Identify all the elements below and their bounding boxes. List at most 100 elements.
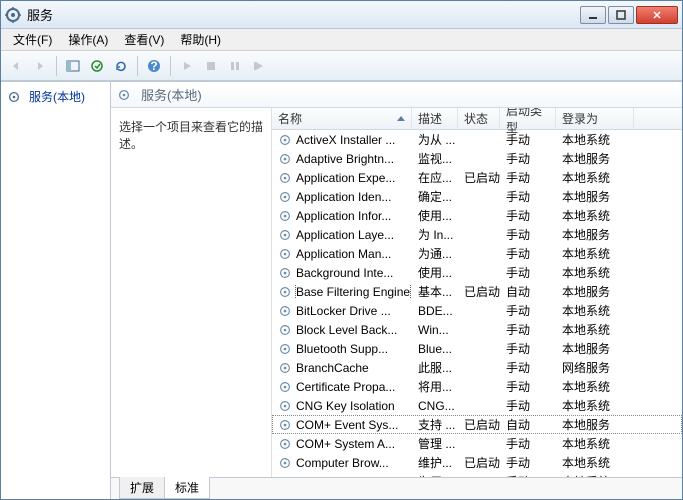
cell-name: Application Iden... [272, 190, 412, 204]
cell-startup: 手动 [500, 321, 556, 338]
table-row[interactable]: CNG Key IsolationCNG...手动本地系统 [272, 396, 682, 415]
window-title: 服务 [27, 5, 580, 24]
column-logon[interactable]: 登录为 [556, 108, 634, 129]
menu-view[interactable]: 查看(V) [116, 29, 172, 50]
table-row[interactable]: ActiveX Installer ...为从 ...手动本地系统 [272, 130, 682, 149]
menu-help[interactable]: 帮助(H) [172, 29, 229, 50]
table-row[interactable]: Application Laye...为 In...手动本地服务 [272, 225, 682, 244]
description-prompt: 选择一个项目来查看它的描述。 [119, 120, 263, 151]
cell-desc: 为 In... [412, 226, 458, 243]
app-icon [5, 7, 21, 23]
cell-startup: 手动 [500, 378, 556, 395]
cell-desc: 将用... [412, 378, 458, 395]
service-icon [278, 342, 292, 356]
table-row[interactable]: COM+ Event Sys...支持 ...已启动自动本地服务 [272, 415, 682, 434]
service-icon [278, 247, 292, 261]
cell-status: 已启动 [458, 416, 500, 433]
menu-file[interactable]: 文件(F) [5, 29, 60, 50]
cell-name: Background Inte... [272, 266, 412, 280]
minimize-button[interactable] [580, 6, 606, 24]
table-row[interactable]: Application Infor...使用...手动本地系统 [272, 206, 682, 225]
table-row[interactable]: Computer Brow...维护...已启动手动本地系统 [272, 453, 682, 472]
cell-startup: 手动 [500, 435, 556, 452]
cell-name: BranchCache [272, 361, 412, 375]
column-startup[interactable]: 启动类型 [500, 108, 556, 129]
cell-desc: 为从 ... [412, 131, 458, 148]
table-row[interactable]: COM+ System A...管理 ...手动本地系统 [272, 434, 682, 453]
separator [170, 56, 171, 76]
cell-desc: 支持 ... [412, 416, 458, 433]
table-row[interactable]: BitLocker Drive ...BDE...手动本地系统 [272, 301, 682, 320]
cell-logon: 本地系统 [556, 131, 634, 148]
table-row[interactable]: BranchCache此服...手动网络服务 [272, 358, 682, 377]
main-area: 服务(本地) 服务(本地) 选择一个项目来查看它的描述。 名称 描述 状态 启动… [1, 81, 682, 499]
view-tabs: 扩展 标准 [111, 477, 682, 499]
cell-desc: 监视... [412, 150, 458, 167]
service-icon [278, 361, 292, 375]
cell-startup: 手动 [500, 359, 556, 376]
menu-action[interactable]: 操作(A) [60, 29, 116, 50]
service-icon [278, 190, 292, 204]
cell-logon: 本地服务 [556, 283, 634, 300]
cell-startup: 手动 [500, 207, 556, 224]
column-desc[interactable]: 描述 [412, 108, 458, 129]
maximize-button[interactable] [608, 6, 634, 24]
service-rows[interactable]: ActiveX Installer ...为从 ...手动本地系统Adaptiv… [272, 130, 682, 477]
content-body: 选择一个项目来查看它的描述。 名称 描述 状态 启动类型 登录为 ActiveX… [111, 108, 682, 477]
tree-item-services-local[interactable]: 服务(本地) [3, 86, 108, 107]
cell-startup: 手动 [500, 397, 556, 414]
gear-icon [7, 90, 21, 104]
table-row[interactable]: Application Expe...在应...已启动手动本地系统 [272, 168, 682, 187]
cell-desc: CNG... [412, 399, 458, 413]
cell-desc: 在应... [412, 169, 458, 186]
table-row[interactable]: Block Level Back...Win...手动本地系统 [272, 320, 682, 339]
tree-pane[interactable]: 服务(本地) [1, 82, 111, 499]
cell-startup: 手动 [500, 454, 556, 471]
service-icon [278, 437, 292, 451]
separator [137, 56, 138, 76]
service-list[interactable]: 名称 描述 状态 启动类型 登录为 ActiveX Installer ...为… [271, 108, 682, 477]
cell-status: 已启动 [458, 283, 500, 300]
table-row[interactable]: Bluetooth Supp...Blue...手动本地服务 [272, 339, 682, 358]
title-bar: 服务 [1, 1, 682, 29]
cell-desc: 基本... [412, 283, 458, 300]
separator [56, 56, 57, 76]
service-icon [278, 304, 292, 318]
tab-standard[interactable]: 标准 [164, 477, 210, 499]
table-row[interactable]: Adaptive Brightn...监视...手动本地服务 [272, 149, 682, 168]
start-service-button [176, 55, 198, 77]
table-row[interactable]: Certificate Propa...将用...手动本地系统 [272, 377, 682, 396]
cell-name: Adaptive Brightn... [272, 152, 412, 166]
tab-extended[interactable]: 扩展 [119, 477, 165, 499]
cell-startup: 自动 [500, 416, 556, 433]
toolbar: ? [1, 51, 682, 81]
cell-logon: 本地系统 [556, 321, 634, 338]
column-headers: 名称 描述 状态 启动类型 登录为 [272, 108, 682, 130]
cell-name: Application Infor... [272, 209, 412, 223]
cell-logon: 本地系统 [556, 435, 634, 452]
cell-name: COM+ System A... [272, 437, 412, 451]
cell-logon: 本地系统 [556, 454, 634, 471]
column-name[interactable]: 名称 [272, 108, 412, 129]
cell-logon: 本地服务 [556, 340, 634, 357]
table-row[interactable]: Background Inte...使用...手动本地系统 [272, 263, 682, 282]
cell-logon: 本地服务 [556, 150, 634, 167]
cell-desc: 使用... [412, 207, 458, 224]
service-icon [278, 133, 292, 147]
cell-desc: 维护... [412, 454, 458, 471]
table-row[interactable]: Application Man...为通...手动本地系统 [272, 244, 682, 263]
cell-name: Base Filtering Engine [272, 285, 412, 299]
cell-startup: 手动 [500, 188, 556, 205]
help-button[interactable]: ? [143, 55, 165, 77]
refresh-button[interactable] [110, 55, 132, 77]
show-hide-tree-button[interactable] [62, 55, 84, 77]
cell-desc: BDE... [412, 304, 458, 318]
service-icon [278, 266, 292, 280]
column-status[interactable]: 状态 [458, 108, 500, 129]
export-button[interactable] [86, 55, 108, 77]
table-row[interactable]: Application Iden...确定...手动本地服务 [272, 187, 682, 206]
forward-button [29, 55, 51, 77]
close-button[interactable] [636, 6, 678, 24]
cell-name: Application Laye... [272, 228, 412, 242]
table-row[interactable]: Base Filtering Engine基本...已启动自动本地服务 [272, 282, 682, 301]
